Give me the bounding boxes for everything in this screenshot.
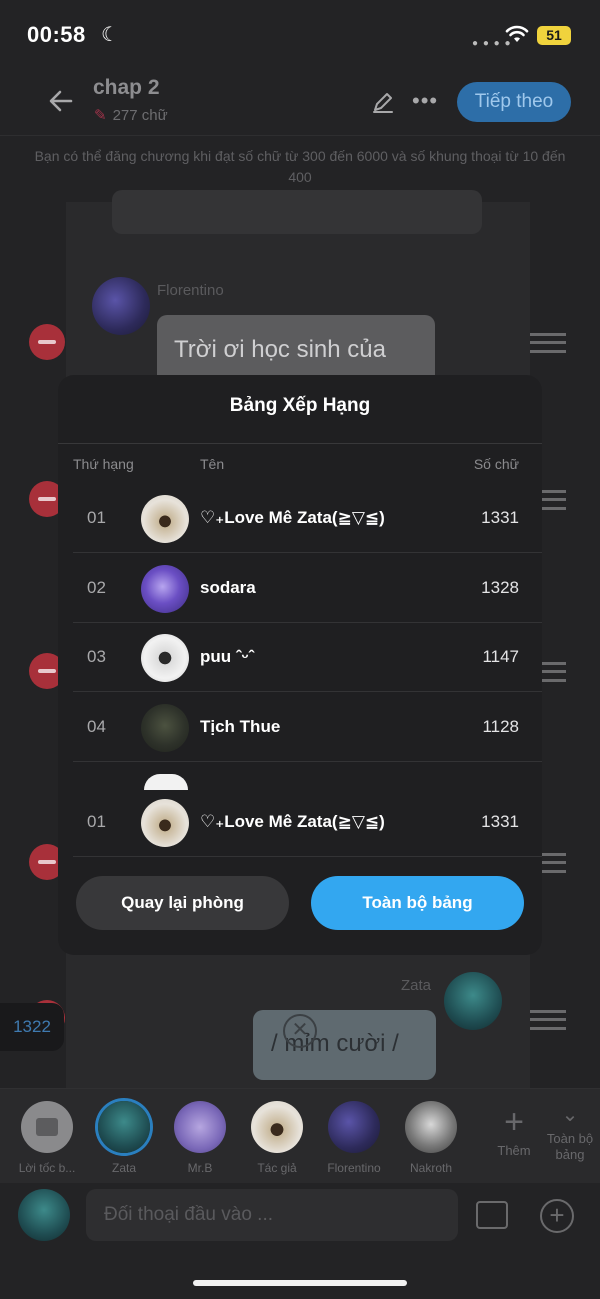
message-bubble[interactable]: / mỉm cười / xyxy=(253,1010,436,1080)
rank-number: 01 xyxy=(87,508,106,527)
rank-number: 02 xyxy=(87,578,106,597)
more-options-icon[interactable]: ••• xyxy=(412,88,438,114)
image-icon[interactable] xyxy=(476,1201,508,1229)
rank-number: 01 xyxy=(87,812,106,831)
divider xyxy=(73,552,542,553)
avatar xyxy=(141,495,189,543)
character-label: Lời tốc b... xyxy=(18,1161,76,1175)
character-label: Florentino xyxy=(327,1161,381,1175)
avatar xyxy=(141,799,189,847)
narration-icon xyxy=(21,1101,73,1153)
avatar xyxy=(98,1101,150,1153)
character-narration[interactable]: Lời tốc b... xyxy=(11,1101,83,1175)
user-name: puu ˆᵕˆ xyxy=(200,647,255,666)
avatar xyxy=(174,1101,226,1153)
word-count-value: 1331 xyxy=(481,812,519,831)
avatar[interactable] xyxy=(18,1189,70,1241)
add-icon[interactable]: + xyxy=(540,1199,574,1233)
dialog-input[interactable]: Đối thoại đầu vào ... xyxy=(86,1189,458,1241)
divider xyxy=(73,761,542,762)
avatar xyxy=(144,774,188,790)
character-label: Mr.B xyxy=(187,1161,213,1175)
word-count-value: 1331 xyxy=(481,508,519,527)
next-button[interactable]: Tiếp theo xyxy=(457,82,571,122)
all-characters-label: Toàn bộ bảng xyxy=(546,1131,594,1162)
word-count-value: 1328 xyxy=(481,578,519,597)
word-count-value: 1128 xyxy=(482,717,519,736)
status-time: 00:58 xyxy=(27,22,86,47)
word-count-badge[interactable]: 1322 xyxy=(0,1003,64,1051)
leaderboard-row: 03 puu ˆᵕˆ 1147 xyxy=(73,623,542,692)
back-to-room-button[interactable]: Quay lại phòng xyxy=(76,876,289,930)
modal-title: Bảng Xếp Hạng xyxy=(229,395,371,416)
avatar xyxy=(328,1101,380,1153)
plus-icon: + xyxy=(504,1103,524,1141)
avatar xyxy=(251,1101,303,1153)
character-mrb[interactable]: Mr.B xyxy=(164,1101,236,1175)
character-florentino[interactable]: Florentino xyxy=(318,1101,390,1175)
close-icon[interactable]: ✕ xyxy=(283,1014,317,1048)
chevron-down-icon: ⌄ xyxy=(561,1104,579,1126)
pen-icon: ✎ xyxy=(94,107,107,124)
full-leaderboard-button[interactable]: Toàn bộ bảng xyxy=(311,876,524,930)
word-count-text: 277 chữ xyxy=(112,107,168,124)
character-label: Tác giả xyxy=(257,1161,297,1175)
avatar[interactable] xyxy=(92,277,150,335)
battery-icon: 51 xyxy=(537,26,571,45)
moon-icon: ☾ xyxy=(101,24,119,46)
all-characters-button[interactable]: ⌄ Toàn bộ bảng xyxy=(540,1103,600,1163)
column-header-count: Số chữ xyxy=(473,456,519,472)
add-character-button[interactable]: + Thêm xyxy=(492,1105,536,1158)
avatar xyxy=(141,634,189,682)
leaderboard-row: 01 ♡₊Love Mê Zata(≧▽≦) 1331 xyxy=(73,484,542,553)
wifi-icon xyxy=(505,25,529,42)
drag-handle-icon[interactable] xyxy=(530,1010,566,1030)
status-bar: 00:58 ☾ ● ● ● ● 51 xyxy=(0,0,600,70)
message-bubble[interactable] xyxy=(112,190,482,234)
word-count: ✎ 277 chữ xyxy=(94,106,168,124)
character-author[interactable]: Tác giả xyxy=(241,1101,313,1175)
avatar xyxy=(405,1101,457,1153)
user-name: ♡₊Love Mê Zata(≧▽≦) xyxy=(200,812,385,831)
column-header-name: Tên xyxy=(200,456,225,472)
word-count-value: 1147 xyxy=(482,647,519,666)
divider xyxy=(73,856,542,857)
leaderboard-row-current-user: 01 ♡₊Love Mê Zata(≧▽≦) 1331 xyxy=(73,788,542,857)
leaderboard-modal: Bảng Xếp Hạng Thứ hạng Tên Số chữ 01 ♡₊L… xyxy=(58,375,542,955)
drag-handle-icon[interactable] xyxy=(530,333,566,353)
speaker-name: Florentino xyxy=(157,282,224,299)
user-name: ♡₊Love Mê Zata(≧▽≦) xyxy=(200,508,385,527)
avatar xyxy=(141,704,189,752)
rank-number: 04 xyxy=(87,717,106,736)
add-character-label: Thêm xyxy=(497,1143,531,1158)
character-nakroth[interactable]: Nakroth xyxy=(395,1101,467,1175)
character-label: Zata xyxy=(111,1161,136,1175)
top-bar: chap 2 ✎ 277 chữ ••• Tiếp theo xyxy=(0,70,600,136)
chapter-title: chap 2 xyxy=(93,76,160,99)
speaker-name: Zata xyxy=(401,977,432,994)
notice-text: Bạn có thể đăng chương khi đạt số chữ từ… xyxy=(34,148,566,185)
edit-icon[interactable] xyxy=(371,90,395,114)
divider xyxy=(58,443,542,444)
back-arrow-icon[interactable] xyxy=(46,86,76,116)
avatar xyxy=(141,565,189,613)
user-name: sodara xyxy=(200,578,256,597)
rank-number: 03 xyxy=(87,647,106,666)
character-label: Nakroth xyxy=(409,1161,453,1175)
user-name: Tịch Thue xyxy=(200,717,281,736)
avatar[interactable] xyxy=(444,972,502,1030)
remove-line-icon[interactable] xyxy=(29,324,65,360)
character-bar: Lời tốc b... Zata Mr.B Tác giả Florentin… xyxy=(0,1088,600,1183)
home-indicator xyxy=(193,1280,407,1286)
leaderboard-row: 02 sodara 1328 xyxy=(73,554,542,623)
divider xyxy=(73,691,542,692)
leaderboard-row: 04 Tịch Thue 1128 xyxy=(73,693,542,762)
character-zata[interactable]: Zata xyxy=(88,1101,160,1175)
column-header-rank: Thứ hạng xyxy=(73,456,134,472)
